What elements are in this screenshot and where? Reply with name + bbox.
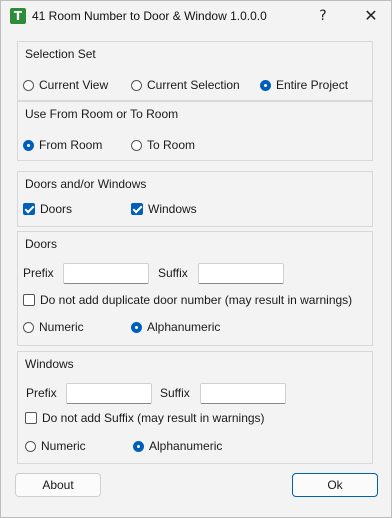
door-suffix-label: Suffix	[158, 266, 188, 280]
checkbox-indicator	[25, 412, 37, 424]
checkbox-label: Do not add duplicate door number (may re…	[40, 293, 353, 307]
door-prefix-label: Prefix	[23, 266, 54, 280]
radio-entire-project[interactable]: Entire Project	[260, 77, 348, 93]
window-radio-numeric[interactable]: Numeric	[25, 438, 86, 454]
radio-indicator	[23, 79, 34, 91]
checkbox-label: Doors	[40, 202, 73, 216]
checkbox-indicator	[131, 203, 143, 215]
doors-windows-label: Doors and/or Windows	[25, 177, 147, 191]
radio-label: To Room	[147, 138, 196, 152]
ok-button[interactable]: Ok	[292, 473, 378, 497]
radio-indicator	[131, 79, 142, 91]
radio-indicator	[23, 321, 34, 333]
radio-indicator	[131, 139, 142, 151]
radio-indicator	[260, 79, 271, 91]
radio-indicator	[23, 139, 34, 151]
window-prefix-input[interactable]	[66, 383, 152, 404]
doors-checkbox[interactable]: Doors	[23, 201, 72, 217]
windows-checkbox[interactable]: Windows	[131, 201, 197, 217]
dialog-window: T 41 Room Number to Door & Window 1.0.0.…	[0, 0, 392, 518]
radio-label: Alphanumeric	[147, 320, 221, 334]
door-suffix-input[interactable]	[198, 263, 284, 284]
title-bar[interactable]: T 41 Room Number to Door & Window 1.0.0.…	[1, 1, 391, 33]
radio-current-selection[interactable]: Current Selection	[131, 77, 240, 93]
windows-group: Windows Prefix Suffix Do not add Suffix …	[17, 351, 373, 464]
windows-group-label: Windows	[25, 357, 74, 371]
door-radio-numeric[interactable]: Numeric	[23, 319, 84, 335]
checkbox-label: Do not add Suffix (may result in warning…	[42, 411, 265, 425]
radio-current-view[interactable]: Current View	[23, 77, 108, 93]
window-radio-alphanumeric[interactable]: Alphanumeric	[133, 438, 222, 454]
radio-indicator	[133, 440, 144, 452]
radio-label: Current View	[39, 78, 109, 92]
radio-label: Numeric	[41, 439, 86, 453]
no-suffix-window-checkbox[interactable]: Do not add Suffix (may result in warning…	[25, 410, 265, 426]
app-icon: T	[10, 8, 26, 24]
checkbox-indicator	[23, 203, 35, 215]
radio-indicator	[25, 440, 36, 452]
radio-label: Numeric	[39, 320, 84, 334]
close-icon[interactable]: ✕	[357, 5, 385, 27]
radio-label: From Room	[39, 138, 103, 152]
door-prefix-input[interactable]	[63, 263, 149, 284]
room-direction-group: Use From Room or To Room From Room To Ro…	[17, 101, 373, 161]
radio-label: Current Selection	[147, 78, 240, 92]
doors-group-label: Doors	[25, 237, 58, 251]
window-prefix-label: Prefix	[26, 386, 57, 400]
room-direction-label: Use From Room or To Room	[25, 107, 179, 121]
door-radio-alphanumeric[interactable]: Alphanumeric	[131, 319, 220, 335]
radio-indicator	[131, 321, 142, 333]
radio-label: Entire Project	[276, 78, 349, 92]
radio-to-room[interactable]: To Room	[131, 137, 195, 153]
radio-from-room[interactable]: From Room	[23, 137, 102, 153]
window-suffix-label: Suffix	[160, 386, 190, 400]
doors-windows-group: Doors and/or Windows Doors Windows	[17, 171, 373, 227]
window-suffix-input[interactable]	[200, 383, 286, 404]
help-button[interactable]: ?	[309, 5, 337, 27]
radio-label: Alphanumeric	[149, 439, 223, 453]
selection-set-label: Selection Set	[25, 47, 96, 61]
checkbox-label: Windows	[148, 202, 197, 216]
about-button[interactable]: About	[15, 473, 101, 497]
selection-set-group: Selection Set Current View Current Selec…	[17, 41, 373, 101]
window-title: 41 Room Number to Door & Window 1.0.0.0	[32, 9, 267, 23]
checkbox-indicator	[23, 294, 35, 306]
doors-group: Doors Prefix Suffix Do not add duplicate…	[17, 231, 373, 346]
no-duplicate-door-checkbox[interactable]: Do not add duplicate door number (may re…	[23, 292, 352, 308]
